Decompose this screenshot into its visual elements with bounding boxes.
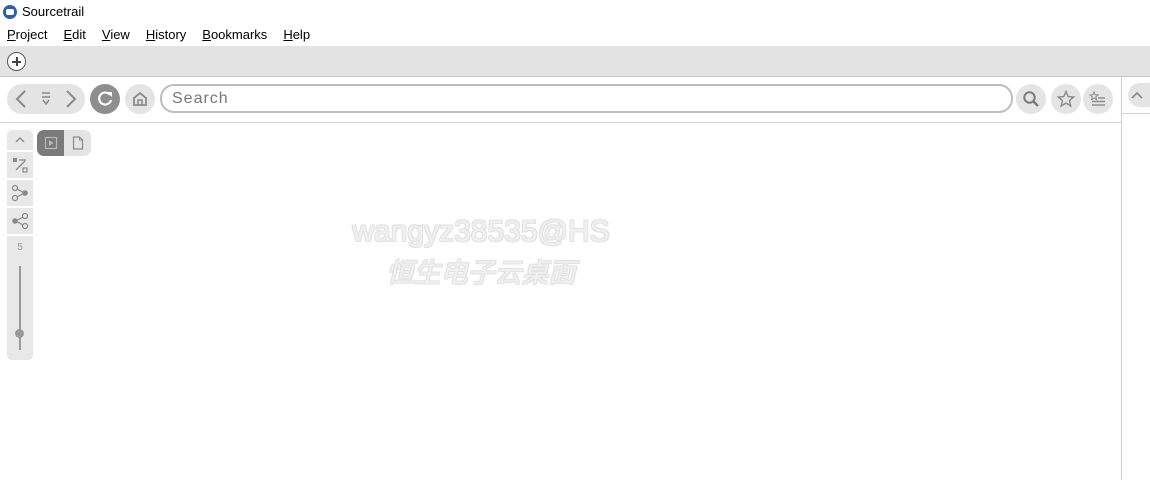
home-button[interactable]	[125, 84, 155, 114]
watermark: wangyz38535@HS 恒生电子云桌面	[346, 215, 616, 290]
menu-view[interactable]: View	[102, 27, 130, 42]
search-icon	[1023, 91, 1039, 107]
refresh-icon	[98, 91, 113, 106]
bookmark-manager-button[interactable]	[1083, 84, 1113, 114]
graph-view-toggle	[37, 130, 91, 156]
app-title: Sourcetrail	[22, 4, 85, 19]
watermark-desktop: 恒生电子云桌面	[386, 258, 576, 288]
refresh-button[interactable]	[90, 84, 120, 114]
search-button[interactable]	[1016, 84, 1046, 114]
expand-panel-button[interactable]	[1128, 83, 1150, 107]
custom-trail-icon	[13, 158, 28, 173]
graph-dependencies-icon	[11, 184, 28, 202]
chevron-up-icon	[1131, 91, 1143, 99]
back-arrow-icon	[15, 90, 26, 108]
search-input[interactable]	[170, 88, 981, 109]
new-tab-button[interactable]	[7, 52, 26, 71]
forward-arrow-icon	[66, 90, 77, 108]
title-bar: Sourcetrail	[0, 0, 1150, 23]
history-list-button[interactable]	[35, 84, 57, 114]
menu-project[interactable]: Project	[7, 27, 47, 42]
search-field[interactable]	[160, 84, 1013, 113]
graph-references-icon	[12, 212, 29, 230]
menu-bookmarks[interactable]: Bookmarks	[202, 27, 267, 42]
history-nav-group	[7, 84, 85, 114]
bookmark-button[interactable]	[1051, 84, 1081, 114]
menu-history[interactable]: History	[146, 27, 186, 42]
chevron-up-icon	[15, 137, 25, 143]
history-list-icon	[42, 92, 50, 106]
graph-view-button[interactable]	[37, 130, 64, 156]
menu-edit[interactable]: Edit	[63, 27, 85, 42]
document-icon	[72, 136, 83, 150]
zoom-level-label: 5	[17, 242, 23, 253]
watermark-user: wangyz38535@HS	[352, 215, 610, 248]
star-icon	[1057, 90, 1075, 108]
menu-bar: Project Edit View History Bookmarks Help	[0, 23, 1150, 45]
zoom-slider-handle[interactable]	[15, 329, 24, 338]
bookmark-list-icon	[1089, 90, 1105, 106]
menu-help[interactable]: Help	[283, 27, 310, 42]
home-icon	[133, 91, 147, 106]
tab-bar	[0, 46, 1150, 77]
graph-view-icon	[44, 136, 57, 150]
collapse-tools-button[interactable]	[7, 130, 33, 150]
graph-tools: 5	[7, 130, 33, 360]
code-panel-collapsed	[1121, 77, 1150, 480]
app-logo-icon	[3, 4, 17, 19]
custom-trail-button[interactable]	[7, 152, 33, 178]
dependency-graph-button[interactable]	[7, 180, 33, 206]
back-button[interactable]	[7, 84, 35, 114]
search-toolbar	[0, 77, 1121, 123]
code-panel-header	[1122, 77, 1150, 114]
forward-button[interactable]	[57, 84, 85, 114]
zoom-slider-panel: 5	[7, 236, 33, 360]
reference-graph-button[interactable]	[7, 208, 33, 234]
code-view-button[interactable]	[64, 130, 91, 156]
